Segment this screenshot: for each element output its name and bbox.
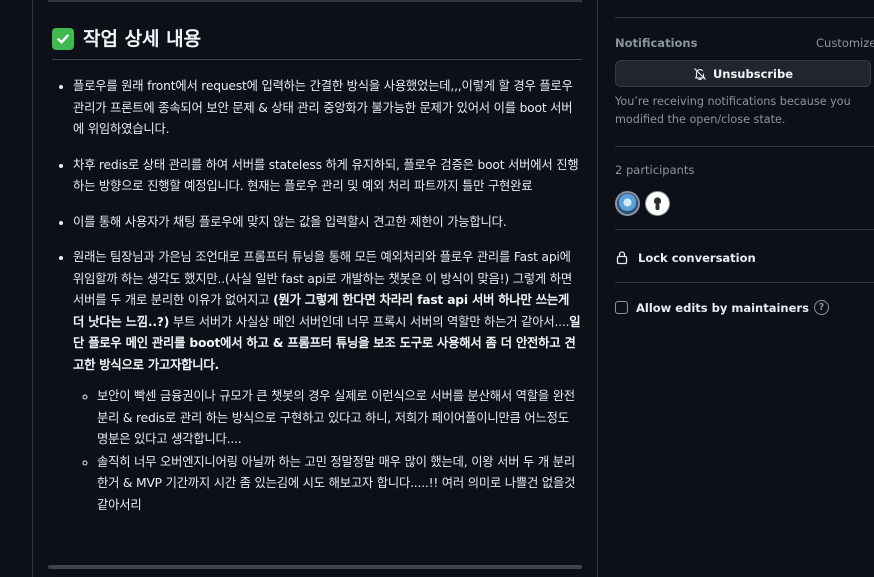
- question-icon[interactable]: ?: [813, 300, 829, 315]
- unsubscribe-button[interactable]: Unsubscribe: [615, 60, 871, 87]
- sub-list-item: 솔직히 너무 오버엔지니어링 아닐까 하는 고민 정말정말 매우 많이 했는데,…: [97, 452, 582, 517]
- participants-heading: 2 participants: [615, 163, 695, 177]
- sub-list: 보안이 빡센 금융권이나 규모가 큰 챗봇의 경우 실제로 이런식으로 서버를 …: [73, 386, 582, 516]
- list-item-text: 부트 서버가 사실상 메인 서버인데 너무 프록시 서버의 역할만 하는거 같아…: [169, 314, 570, 329]
- sidebar-divider: [615, 17, 874, 18]
- sub-list-item: 보안이 빡센 금융권이나 규모가 큰 챗봇의 경우 실제로 이런식으로 서버를 …: [97, 386, 582, 451]
- unsubscribe-label: Unsubscribe: [712, 66, 794, 81]
- sidebar-divider: [615, 282, 874, 283]
- list-item: 이를 통해 사용자가 채팅 플로우에 맞지 않는 값을 입력할시 견고한 제한이…: [73, 212, 582, 234]
- lock-conversation-button[interactable]: Lock conversation: [615, 250, 756, 265]
- section-heading: 작업 상세 내용: [52, 25, 582, 60]
- comment-bottom-border: [48, 565, 582, 569]
- section-heading-text: 작업 상세 내용: [83, 28, 202, 50]
- avatar[interactable]: [615, 191, 640, 216]
- detail-list: 플로우를 원래 front에서 request에 입력하는 간결한 방식을 사용…: [52, 76, 582, 530]
- sidebar-divider: [615, 229, 874, 230]
- allow-edits-checkbox[interactable]: [615, 301, 628, 314]
- lock-conversation-label: Lock conversation: [638, 250, 756, 265]
- list-item: 차후 redis로 상태 관리를 하여 서버를 stateless 하게 유지하…: [73, 155, 582, 198]
- check-mark-icon: [52, 28, 74, 50]
- allow-edits-label[interactable]: Allow edits by maintainers: [636, 301, 809, 315]
- notifications-heading: Notifications: [615, 36, 698, 50]
- allow-edits-row: Allow edits by maintainers ?: [615, 300, 829, 315]
- notifications-reason: You’re receiving notifications because y…: [615, 95, 851, 126]
- list-item: 원래는 팀장님과 가은님 조언대로 프롬프터 튜닝을 통해 모든 예외처리와 플…: [73, 247, 582, 516]
- list-item: 플로우를 원래 front에서 request에 입력하는 간결한 방식을 사용…: [73, 76, 582, 141]
- lock-icon: [616, 251, 628, 265]
- avatar[interactable]: [645, 191, 670, 216]
- person-icon: [653, 197, 662, 210]
- customize-link[interactable]: Customize: [816, 36, 874, 50]
- bell-slash-icon: [694, 67, 706, 80]
- top-divider: [48, 0, 582, 2]
- sidebar-divider: [615, 146, 874, 147]
